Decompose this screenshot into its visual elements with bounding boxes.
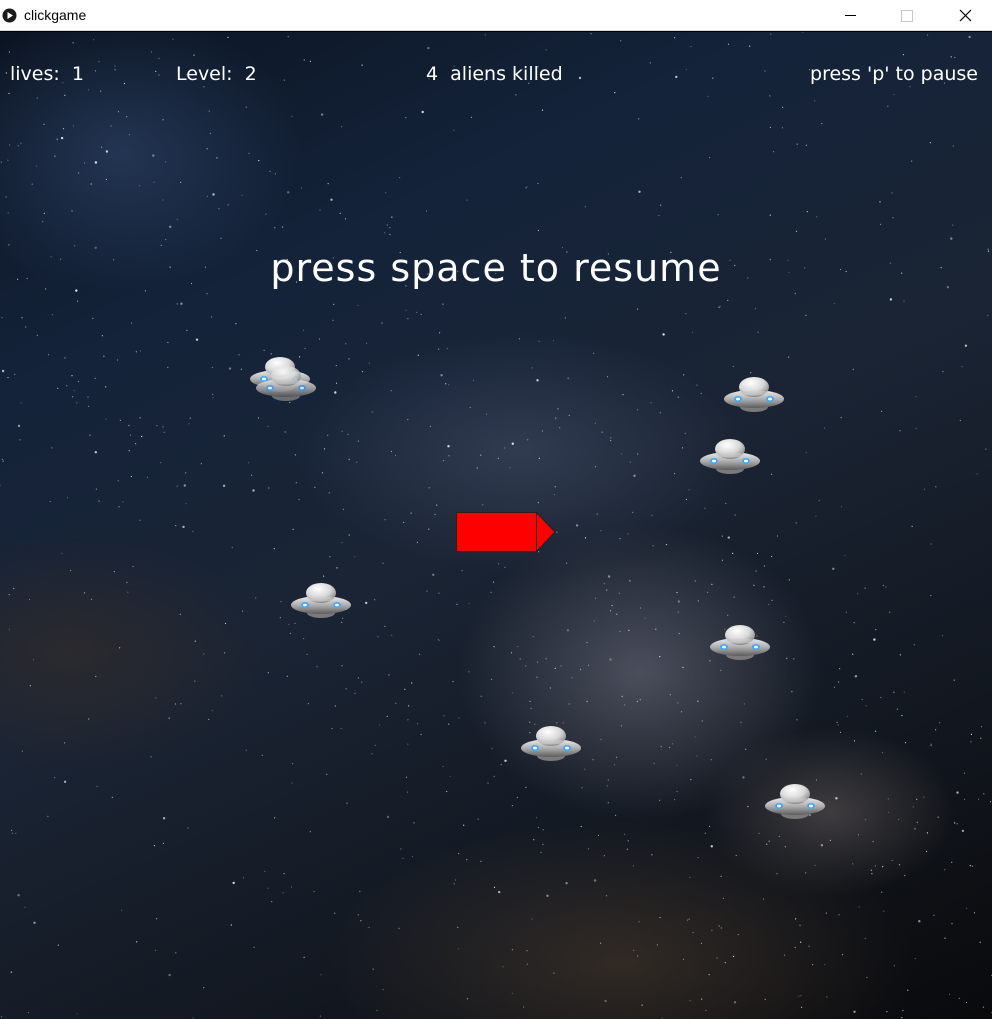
ufo-icon[interactable] — [722, 373, 786, 417]
ufo-icon[interactable] — [289, 579, 353, 623]
title-bar: clickgame — [0, 0, 992, 31]
window-title: clickgame — [24, 7, 87, 23]
lives-counter: lives: 1 — [10, 63, 84, 85]
maximize-icon — [901, 10, 913, 22]
resume-message: press space to resume — [270, 246, 722, 290]
app-play-icon — [2, 8, 17, 23]
ship-icon — [456, 511, 556, 553]
game-canvas[interactable]: lives: 1 Level: 2 4 aliens killed press … — [0, 32, 992, 1019]
pause-hint: press 'p' to pause — [810, 63, 978, 85]
close-button[interactable] — [940, 0, 986, 31]
close-icon — [959, 9, 972, 22]
ufo-icon[interactable] — [708, 621, 772, 665]
minimize-button[interactable] — [828, 0, 874, 31]
ufo-icon[interactable] — [763, 780, 827, 824]
ufo-icon[interactable] — [519, 722, 583, 766]
maximize-button[interactable] — [884, 0, 930, 31]
ufo-icon[interactable] — [698, 435, 762, 479]
level-indicator: Level: 2 — [176, 63, 257, 85]
ufo-icon[interactable] — [254, 362, 318, 406]
minimize-icon — [845, 15, 856, 16]
kill-counter: 4 aliens killed — [426, 63, 563, 85]
